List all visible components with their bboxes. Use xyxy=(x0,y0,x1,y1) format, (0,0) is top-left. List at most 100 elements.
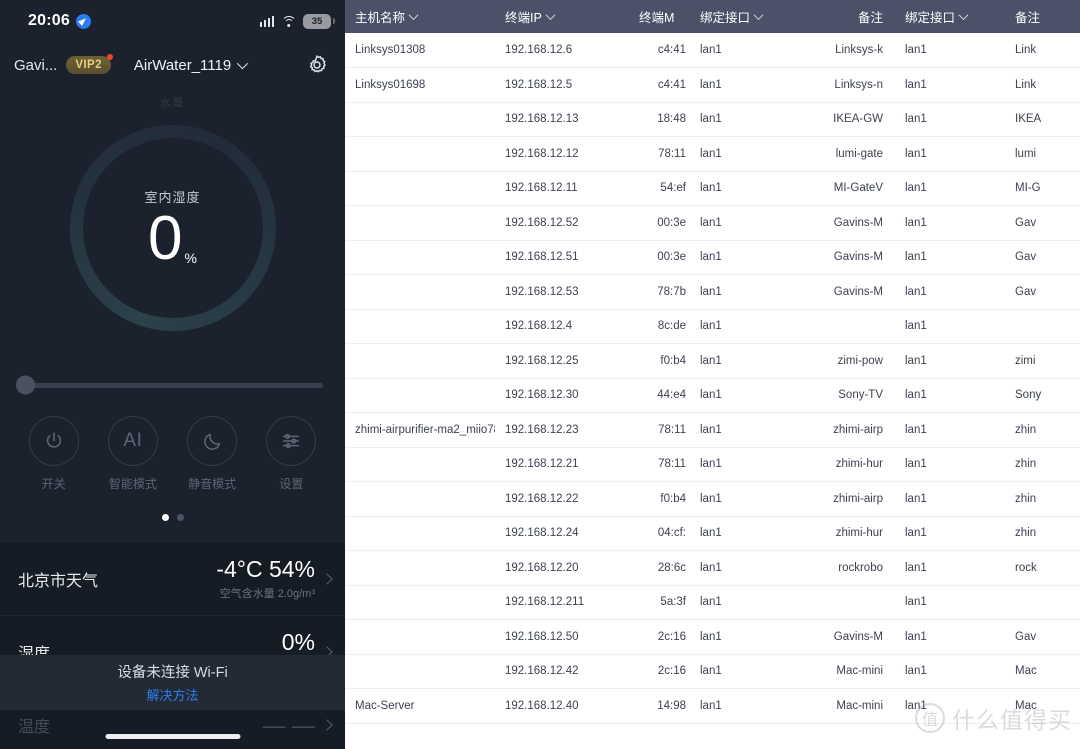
cell-bind2: lan1 xyxy=(895,136,1005,172)
table-row[interactable]: 192.168.12.13 18:48 lan1 IKEA-GW lan1 IKEA xyxy=(345,102,1080,137)
chevron-down-icon[interactable] xyxy=(408,10,419,21)
table-row[interactable]: 192.168.12.20 28:6c lan1 rockrobo lan1 rock xyxy=(345,550,1080,586)
th-hostname[interactable]: 主机名称 xyxy=(345,0,495,33)
table-row[interactable]: 192.168.12.24 04:cf: lan1 zhimi-hur lan1 zhin xyxy=(345,516,1080,551)
table-row[interactable]: Linksys01308 192.168.12.6 c4:41 lan1 Linksys… xyxy=(345,33,1080,68)
wifi-banner-action-link[interactable]: 解决方法 xyxy=(146,685,198,704)
vip-badge[interactable]: VIP2 xyxy=(66,54,113,74)
cell-mac: 5a:3f xyxy=(635,585,690,620)
control-silent-mode[interactable]: 静音模式 xyxy=(179,416,245,492)
table-row[interactable]: 192.168.12.21 78:11 lan1 zhimi-hur lan1 zhin xyxy=(345,447,1080,482)
table-row[interactable]: 192.168.12.22 f0:b4 lan1 zhimi-airp lan1 zhin xyxy=(345,481,1080,517)
cell-mac: 14:98 xyxy=(635,688,690,724)
table-row[interactable]: 192.168.12.25 f0:b4 lan1 zimi-pow lan1 zimi xyxy=(345,343,1080,379)
cell-bind2: lan1 xyxy=(895,274,1005,310)
control-smart-mode[interactable]: AI 智能模式 xyxy=(100,416,166,492)
table-row[interactable]: 192.168.12.30 44:e4 lan1 Sony-TV lan1 Sony xyxy=(345,378,1080,413)
chevron-down-icon[interactable] xyxy=(545,10,556,21)
cell-mac: c4:41 xyxy=(635,67,690,103)
cell-ip: 192.168.12.4 xyxy=(495,309,635,344)
cell-bind2: lan1 xyxy=(895,654,1005,689)
table-row[interactable]: 192.168.12.4 8c:de lan1 lan1 xyxy=(345,309,1080,344)
page-dot-1[interactable] xyxy=(161,514,169,521)
cell-mac: f0:b4 xyxy=(635,343,690,379)
table-row[interactable]: 192.168.12.53 78:7b lan1 Gavins-M lan1 Gav xyxy=(345,274,1080,310)
cell-bind2: lan1 xyxy=(895,550,1005,586)
slider-track[interactable] xyxy=(16,375,323,395)
chevron-down-icon[interactable] xyxy=(753,10,764,21)
cell-host: Linksys01308 xyxy=(345,33,495,68)
cell-rem2: MI-G xyxy=(1005,171,1080,206)
cell-bind: lan1 xyxy=(690,205,800,241)
table-row[interactable]: 192.168.12.52 00:3e lan1 Gavins-M lan1 Gav xyxy=(345,205,1080,241)
table-row[interactable]: 192.168.12.51 00:3e lan1 Gavins-M lan1 Gav xyxy=(345,240,1080,275)
page-indicator[interactable] xyxy=(0,514,345,521)
intensity-slider[interactable] xyxy=(0,368,345,402)
cell-host xyxy=(345,309,495,344)
table-row[interactable]: 192.168.12.11 54:ef lan1 MI-GateV lan1 MI-G xyxy=(345,171,1080,206)
th-remark[interactable]: 备注 xyxy=(800,0,895,33)
cell-bind2: lan1 xyxy=(895,171,1005,206)
cell-mac: 78:7b xyxy=(635,274,690,310)
battery-level-label: 35 xyxy=(311,15,323,27)
th-mac-label: 终端M xyxy=(639,11,675,25)
location-arrow-icon xyxy=(75,13,91,29)
cell-bind2: lan1 xyxy=(895,240,1005,275)
cell-rem: Sony-TV xyxy=(800,378,895,413)
humidity-gauge: 水量 室内湿度 0% xyxy=(0,88,345,368)
cell-mac: 2c:16 xyxy=(635,619,690,655)
chevron-down-icon[interactable] xyxy=(958,10,969,21)
table-row[interactable]: 192.168.12.211 5a:3f lan1 lan1 xyxy=(345,585,1080,620)
cell-rem xyxy=(800,309,895,344)
th-remark-2[interactable]: 备注 xyxy=(1005,0,1080,33)
info-card-list: 北京市天气 -4°C 54% 空气含水量 2.0g/m³ 湿度 0% 空气含水量… xyxy=(0,543,345,749)
cell-rem2: zimi xyxy=(1005,343,1080,379)
control-settings-label: 设置 xyxy=(279,477,304,491)
cell-mac: 78:11 xyxy=(635,447,690,482)
cell-host xyxy=(345,274,495,310)
cell-rem: Gavins-M xyxy=(800,274,895,310)
cell-rem: Mac-mini xyxy=(800,688,895,724)
cell-rem2: lumi xyxy=(1005,136,1080,172)
table-row[interactable]: 192.168.12.50 2c:16 lan1 Gavins-M lan1 Gav xyxy=(345,619,1080,655)
cell-mac: 28:6c xyxy=(635,550,690,586)
cell-rem: IKEA-GW xyxy=(800,102,895,137)
cell-rem2: Gav xyxy=(1005,205,1080,241)
card-weather[interactable]: 北京市天气 -4°C 54% 空气含水量 2.0g/m³ xyxy=(0,543,345,616)
control-settings[interactable]: 设置 xyxy=(258,416,324,492)
cell-bind: lan1 xyxy=(690,550,800,586)
table-row[interactable]: 192.168.12.12 78:11 lan1 lumi-gate lan1 lumi xyxy=(345,136,1080,172)
table-row[interactable]: 192.168.12.42 2c:16 lan1 Mac-mini lan1 Mac xyxy=(345,654,1080,689)
table-row[interactable]: Mac-Server 192.168.12.40 14:98 lan1 Mac-mini… xyxy=(345,688,1080,724)
cell-mac: 78:11 xyxy=(635,136,690,172)
device-name-label: AirWater_1119 xyxy=(133,56,232,74)
cell-mac: 00:3e xyxy=(635,205,690,241)
cell-rem: Gavins-M xyxy=(800,619,895,655)
cell-host xyxy=(345,516,495,551)
th-ip[interactable]: 终端IP xyxy=(495,0,635,33)
cell-rem2: Gav xyxy=(1005,240,1080,275)
cell-bind: lan1 xyxy=(690,654,800,689)
th-bind-interface[interactable]: 绑定接口 xyxy=(690,0,800,33)
slider-knob[interactable] xyxy=(16,375,35,395)
network-clients-table: 主机名称 终端IP 终端M 绑定接口 备注 绑定接口 备注 Linksys013… xyxy=(345,0,1080,724)
gear-icon[interactable] xyxy=(305,53,329,77)
table-row[interactable]: Linksys01698 192.168.12.5 c4:41 lan1 Linksys… xyxy=(345,67,1080,103)
cell-rem2: zhin xyxy=(1005,516,1080,551)
table-row[interactable]: zhimi-airpurifier-ma2_miio78654614192.16… xyxy=(345,412,1080,448)
page-dot-2[interactable] xyxy=(176,514,184,521)
wifi-disconnected-banner: 设备未连接 Wi-Fi 解决方法 xyxy=(0,655,345,710)
cell-host xyxy=(345,481,495,517)
cell-bind: lan1 xyxy=(690,136,800,172)
th-mac[interactable]: 终端M xyxy=(635,0,690,33)
control-power[interactable]: 开关 xyxy=(21,416,87,492)
cell-bind: lan1 xyxy=(690,171,800,206)
cell-bind: lan1 xyxy=(690,102,800,137)
cell-rem2: zhin xyxy=(1005,481,1080,517)
account-name[interactable]: Gavi... xyxy=(14,57,57,74)
th-bind-interface-2[interactable]: 绑定接口 xyxy=(895,0,1005,33)
device-selector[interactable]: AirWater_1119 xyxy=(133,56,249,74)
table-header-row: 主机名称 终端IP 终端M 绑定接口 备注 绑定接口 备注 xyxy=(345,0,1080,33)
cell-rem2: Sony xyxy=(1005,378,1080,413)
cell-bind: lan1 xyxy=(690,412,800,448)
